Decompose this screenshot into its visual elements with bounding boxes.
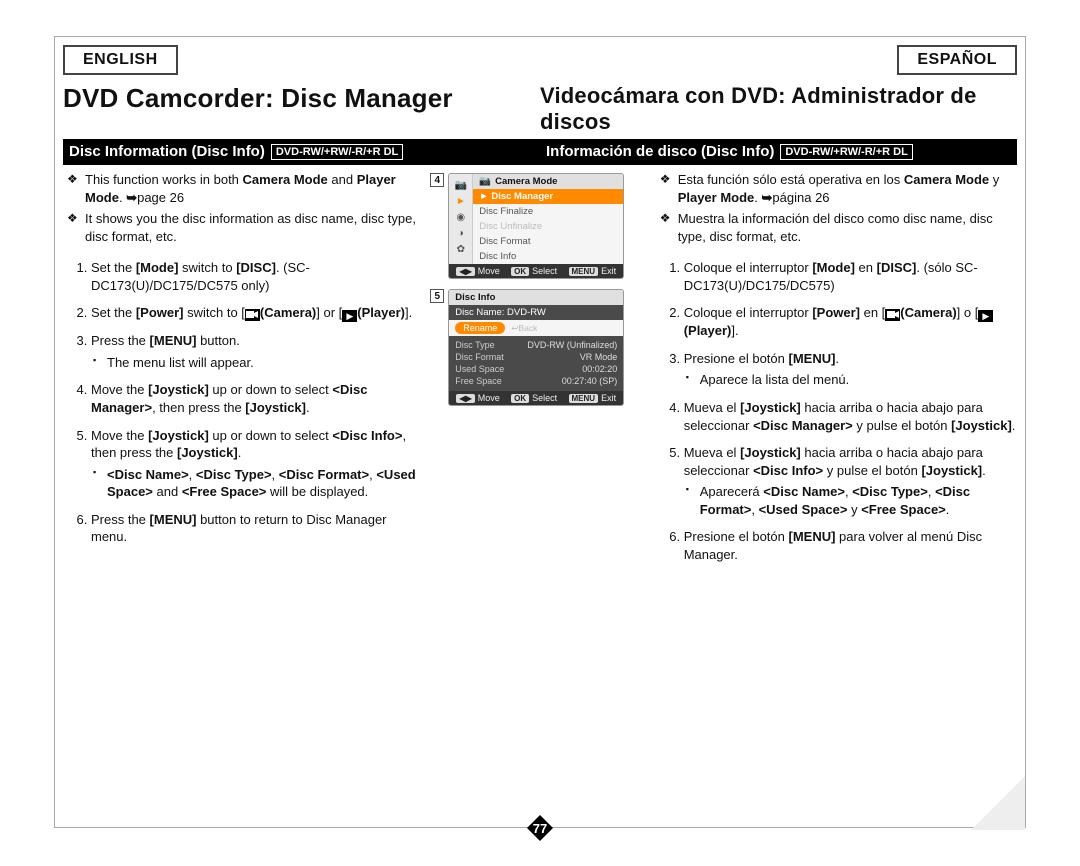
mic-icon: ◑ <box>453 226 469 240</box>
panel5-rename-row: Rename ↩Back <box>449 320 623 336</box>
section-left-label: Disc Information (Disc Info) <box>69 143 265 160</box>
disc-icon: ◉ <box>453 210 469 224</box>
player-icon <box>342 310 357 322</box>
spanish-column: Esta función sólo está operativa en los … <box>650 171 1017 573</box>
en-step-2: Set the [Power] switch to [(Camera)] or … <box>91 304 424 322</box>
panel-5-num: 5 <box>430 289 444 303</box>
panel-4-sideicons: 📷 ► ◉ ◑ ✿ <box>449 174 473 264</box>
disc-type-badge: DVD-RW/+RW/-R/+R DL <box>780 144 912 160</box>
english-column: This function works in both Camera Mode … <box>63 171 430 573</box>
panel-4: 📷 ► ◉ ◑ ✿ 📷Camera Mode ► Disc Manager Di… <box>448 173 624 279</box>
player-icon <box>978 310 993 322</box>
panel-4-menu: 📷Camera Mode ► Disc Manager Disc Finaliz… <box>473 174 623 264</box>
camera-icon <box>885 309 900 321</box>
en-notes: This function works in both Camera Mode … <box>63 171 424 245</box>
back-label: ↩Back <box>511 323 537 334</box>
arrow-icon: ► <box>453 194 469 208</box>
menu-item: Disc Unfinalize <box>473 219 623 234</box>
panel5-discname: Disc Name: DVD-RW <box>449 305 623 320</box>
manual-page: ENGLISH ESPAÑOL DVD Camcorder: Disc Mana… <box>54 36 1026 828</box>
es-note-1: Esta función sólo está operativa en los … <box>656 171 1017 206</box>
panel-5-wrap: 5 Disc Info Disc Name: DVD-RW Rename ↩Ba… <box>430 289 649 406</box>
gear-icon: ✿ <box>453 242 469 256</box>
camera-icon <box>245 309 260 321</box>
panel-4-footer: ◀▶Move OKSelect MENUExit <box>449 264 623 278</box>
es-step-1: Coloque el interruptor [Mode] en [DISC].… <box>684 259 1017 294</box>
lang-english: ENGLISH <box>63 45 178 75</box>
language-bar: ENGLISH ESPAÑOL <box>63 45 1017 75</box>
panel5-table: Disc TypeDVD-RW (Unfinalized) Disc Forma… <box>449 336 623 391</box>
screenshots-column: 4 📷 ► ◉ ◑ ✿ 📷Camera Mode <box>430 171 649 573</box>
en-steps: Set the [Mode] switch to [DISC]. (SC-DC1… <box>63 259 424 546</box>
en-note-1: This function works in both Camera Mode … <box>63 171 424 206</box>
es-step-2: Coloque el interruptor [Power] en [(Came… <box>684 304 1017 340</box>
disc-type-badge: DVD-RW/+RW/-R/+R DL <box>271 144 403 160</box>
panel-4-num: 4 <box>430 173 444 187</box>
panel5-header: Disc Info <box>449 290 623 305</box>
title-row: DVD Camcorder: Disc Manager Videocámara … <box>63 83 1017 135</box>
page-number: 77 <box>526 814 554 842</box>
rename-pill: Rename <box>455 322 505 334</box>
section-right-label: Información de disco (Disc Info) <box>546 143 774 160</box>
es-step-5: Mueva el [Joystick] hacia arriba o hacia… <box>684 444 1017 518</box>
panel-5: Disc Info Disc Name: DVD-RW Rename ↩Back… <box>448 289 624 406</box>
en-step-5: Move the [Joystick] up or down to select… <box>91 427 424 501</box>
panel-5-footer: ◀▶Move OKSelect MENUExit <box>449 391 623 405</box>
menu-item: Disc Finalize <box>473 204 623 219</box>
panel-4-wrap: 4 📷 ► ◉ ◑ ✿ 📷Camera Mode <box>430 173 649 279</box>
en-step-6: Press the [MENU] button to return to Dis… <box>91 511 424 546</box>
es-steps: Coloque el interruptor [Mode] en [DISC].… <box>656 259 1017 563</box>
section-bar: Disc Information (Disc Info) DVD-RW/+RW/… <box>63 139 1017 165</box>
es-notes: Esta función sólo está operativa en los … <box>656 171 1017 245</box>
en-step-4: Move the [Joystick] up or down to select… <box>91 381 424 416</box>
title-right: Videocámara con DVD: Administrador de di… <box>540 83 1017 135</box>
es-step-4: Mueva el [Joystick] hacia arriba o hacia… <box>684 399 1017 434</box>
es-step-6: Presione el botón [MENU] para volver al … <box>684 528 1017 563</box>
panel4-title: 📷Camera Mode <box>473 174 623 189</box>
mode-camera-icon: 📷 <box>453 178 469 192</box>
lang-spanish: ESPAÑOL <box>897 45 1017 75</box>
en-note-2: It shows you the disc information as dis… <box>63 210 424 245</box>
es-note-2: Muestra la información del disco como di… <box>656 210 1017 245</box>
title-left: DVD Camcorder: Disc Manager <box>63 83 540 114</box>
menu-item: ► Disc Manager <box>473 189 623 204</box>
en-step-3: Press the [MENU] button.The menu list wi… <box>91 332 424 371</box>
es-step-3: Presione el botón [MENU].Aparece la list… <box>684 350 1017 389</box>
en-step-1: Set the [Mode] switch to [DISC]. (SC-DC1… <box>91 259 424 294</box>
menu-item: Disc Format <box>473 234 623 249</box>
menu-item: Disc Info <box>473 249 623 264</box>
